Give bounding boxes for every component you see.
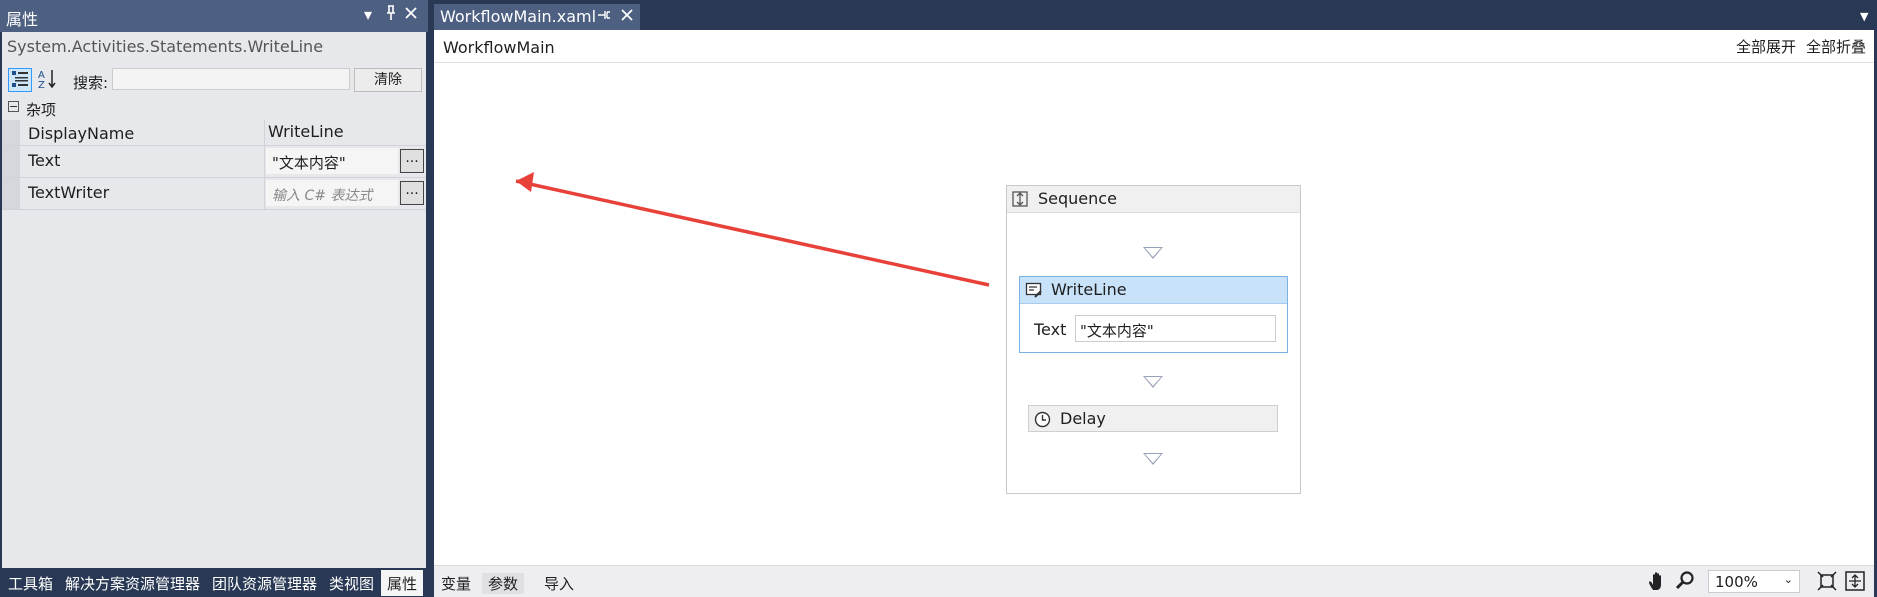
pin-icon[interactable]: [597, 7, 611, 26]
document-tab[interactable]: WorkflowMain.xaml: [434, 4, 640, 30]
property-value[interactable]: "文本内容": [272, 152, 346, 173]
breadcrumb[interactable]: WorkflowMain: [443, 38, 555, 57]
row-gutter: [2, 120, 20, 145]
properties-title: 属性: [6, 10, 39, 29]
designer-status-bar: 变量 参数 导入 100% ⌄: [434, 565, 1874, 597]
ellipsis-button[interactable]: ...: [400, 181, 424, 205]
zoom-value: 100%: [1715, 573, 1758, 591]
workflow-designer: WorkflowMain 全部展开 全部折叠 Sequence WriteLin…: [434, 30, 1874, 597]
categorized-view-icon[interactable]: [8, 68, 32, 92]
property-value[interactable]: WriteLine: [268, 122, 344, 141]
tab-class-view[interactable]: 类视图: [329, 573, 374, 594]
tab-properties[interactable]: 属性: [381, 570, 424, 596]
writeline-header[interactable]: WriteLine: [1020, 277, 1287, 304]
chevron-down-icon[interactable]: ▼: [1860, 10, 1868, 23]
designer-canvas[interactable]: Sequence WriteLine Text "文本内容" Delay: [434, 63, 1874, 565]
tab-arguments[interactable]: 参数: [482, 573, 525, 594]
delay-label: Delay: [1060, 409, 1106, 428]
row-gutter: [2, 146, 20, 177]
writeline-activity[interactable]: WriteLine Text "文本内容": [1019, 276, 1288, 353]
document-tab-name: WorkflowMain.xaml: [440, 7, 597, 26]
svg-text:Z: Z: [38, 80, 45, 90]
clear-button[interactable]: 清除: [354, 68, 422, 92]
tab-toolbox[interactable]: 工具箱: [8, 573, 53, 594]
tool-window-tabs: 工具箱 解决方案资源管理器 团队资源管理器 类视图 属性: [0, 570, 428, 596]
property-row-textwriter[interactable]: TextWriter 输入 C# 表达式 ...: [2, 178, 426, 210]
properties-body: System.Activities.Statements.WriteLine A…: [2, 32, 426, 568]
search-label: 搜索:: [73, 74, 109, 92]
selected-type-name: System.Activities.Statements.WriteLine: [7, 37, 324, 56]
overview-map-icon[interactable]: [1844, 570, 1866, 592]
pan-hand-icon[interactable]: [1647, 570, 1669, 592]
close-icon[interactable]: [404, 5, 418, 24]
delay-activity[interactable]: Delay: [1028, 405, 1278, 432]
sequence-icon: [1012, 191, 1028, 207]
clock-icon: [1034, 411, 1051, 428]
zoom-search-icon[interactable]: [1674, 570, 1696, 592]
chevron-down-icon: ⌄: [1783, 573, 1793, 586]
category-label: 杂项: [26, 101, 57, 119]
collapse-all-link[interactable]: 全部折叠: [1806, 36, 1866, 57]
fit-to-screen-icon[interactable]: [1816, 570, 1838, 592]
dropdown-icon[interactable]: ▾: [364, 5, 372, 24]
writeline-label: WriteLine: [1051, 280, 1127, 299]
expand-all-link[interactable]: 全部展开: [1736, 36, 1796, 57]
row-gutter: [2, 178, 20, 209]
property-row-displayname[interactable]: DisplayName WriteLine: [2, 120, 426, 146]
property-row-text[interactable]: Text "文本内容" ...: [2, 146, 426, 178]
sequence-header[interactable]: Sequence: [1007, 186, 1300, 213]
expression-placeholder[interactable]: 输入 C# 表达式: [272, 185, 372, 205]
tab-solution-explorer[interactable]: 解决方案资源管理器: [65, 573, 200, 594]
sequence-label: Sequence: [1038, 189, 1117, 208]
tab-team-explorer[interactable]: 团队资源管理器: [212, 573, 317, 594]
collapse-icon[interactable]: −: [8, 101, 19, 112]
text-label: Text: [1034, 320, 1067, 339]
properties-toolbar: A Z 搜索: 清除: [2, 65, 426, 95]
tab-variables[interactable]: 变量: [441, 573, 471, 594]
close-icon[interactable]: [620, 7, 634, 26]
property-name: DisplayName: [28, 124, 135, 143]
writeline-icon: [1025, 282, 1042, 298]
properties-panel: 属性 ▾ System.Activities.Statements.WriteL…: [0, 0, 428, 596]
drop-target-icon[interactable]: [1143, 453, 1163, 465]
pin-icon[interactable]: [384, 5, 398, 25]
tab-imports[interactable]: 导入: [544, 573, 574, 594]
properties-title-bar: 属性 ▾: [0, 0, 428, 32]
property-name: Text: [28, 151, 61, 170]
alphabetical-sort-icon[interactable]: A Z: [36, 68, 60, 92]
search-input[interactable]: [112, 68, 350, 90]
designer-header: WorkflowMain 全部展开 全部折叠: [434, 30, 1874, 63]
ellipsis-button[interactable]: ...: [400, 149, 424, 173]
zoom-select[interactable]: 100% ⌄: [1708, 570, 1800, 593]
sequence-activity[interactable]: Sequence WriteLine Text "文本内容" Delay: [1006, 185, 1301, 494]
property-name: TextWriter: [28, 183, 110, 202]
drop-target-icon[interactable]: [1143, 376, 1163, 388]
text-expression-input[interactable]: "文本内容": [1075, 315, 1276, 342]
category-row[interactable]: − 杂项: [2, 98, 426, 120]
drop-target-icon[interactable]: [1143, 247, 1163, 259]
